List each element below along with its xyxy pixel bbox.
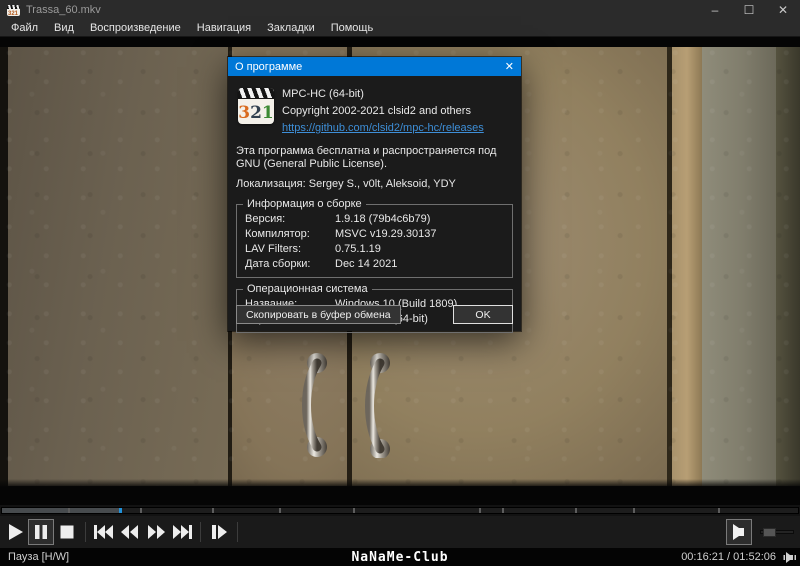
seek-bar[interactable] xyxy=(1,507,799,514)
build-info-group: Информация о сборке Версия: 1.9.18 (79b4… xyxy=(236,198,513,278)
chapter-marker xyxy=(502,508,504,513)
letterbox-bottom xyxy=(0,479,800,505)
chapter-marker xyxy=(140,508,142,513)
volume-slider[interactable] xyxy=(760,528,794,537)
menu-view[interactable]: Вид xyxy=(46,20,82,36)
menu-file[interactable]: Файл xyxy=(3,20,46,36)
chapter-marker xyxy=(479,508,481,513)
window-controls: – ☐ ✕ xyxy=(698,0,800,20)
mpc-hc-logo-icon: 321 xyxy=(238,88,274,124)
status-right: 00:16:21 / 01:52:06 xyxy=(681,551,800,563)
about-dialog: О программе ✕ 321 MPC-HC (64-bit) Copyri… xyxy=(228,57,521,333)
os-group-title: Операционная система xyxy=(247,283,368,295)
pause-button[interactable] xyxy=(28,519,54,545)
build-row-compiler: Компилятор: MSVC v19.29.30137 xyxy=(245,228,437,240)
close-button[interactable]: ✕ xyxy=(766,0,800,20)
mute-button[interactable] xyxy=(726,519,752,545)
window-title: Trassa_60.mkv xyxy=(26,4,101,16)
rewind-button[interactable] xyxy=(117,519,143,545)
license-text: Эта программа бесплатна и распространяет… xyxy=(236,145,497,170)
muted-speaker-icon xyxy=(783,551,796,563)
chapter-marker xyxy=(279,508,281,513)
seek-bar-container xyxy=(0,505,800,516)
skip-forward-button[interactable] xyxy=(169,519,195,545)
mpc-hc-app-icon xyxy=(7,4,20,16)
door-handle-left xyxy=(302,353,327,457)
seek-played-region xyxy=(2,508,119,513)
copy-to-clipboard-button[interactable]: Скопировать в буфер обмена xyxy=(236,305,401,324)
fast-forward-button[interactable] xyxy=(143,519,169,545)
github-releases-link[interactable]: https://github.com/clsid2/mpc-hc/release… xyxy=(282,122,484,134)
mpc-hc-window: Trassa_60.mkv – ☐ ✕ Файл Вид Воспроизвед… xyxy=(0,0,800,566)
chapter-marker xyxy=(575,508,577,513)
build-row-lav: LAV Filters: 0.75.1.19 xyxy=(245,243,381,255)
menu-play[interactable]: Воспроизведение xyxy=(82,20,189,36)
dialog-title: О программе xyxy=(235,60,303,73)
volume-slider-thumb[interactable] xyxy=(763,528,776,537)
ok-button[interactable]: OK xyxy=(453,305,513,324)
chapter-marker xyxy=(633,508,635,513)
build-row-date: Дата сборки: Dec 14 2021 xyxy=(245,258,398,270)
dialog-header: 321 MPC-HC (64-bit) Copyright 2002-2021 … xyxy=(236,86,513,137)
minimize-button[interactable]: – xyxy=(698,0,732,20)
dialog-close-icon[interactable]: ✕ xyxy=(498,60,514,73)
door-handle-right xyxy=(365,353,390,458)
menu-help[interactable]: Помощь xyxy=(323,20,382,36)
letterbox-top xyxy=(0,37,800,47)
skip-back-button[interactable] xyxy=(91,519,117,545)
status-bar: Пауза [H/W] NaNaMe-Club 00:16:21 / 01:52… xyxy=(0,548,800,566)
frame-step-button[interactable] xyxy=(206,519,232,545)
toolbar-separator xyxy=(200,522,201,542)
dialog-body: 321 MPC-HC (64-bit) Copyright 2002-2021 … xyxy=(228,76,521,333)
clapperboard-icon xyxy=(238,88,274,99)
menu-favorites[interactable]: Закладки xyxy=(259,20,323,36)
copyright-line: Copyright 2002-2021 clsid2 and others xyxy=(282,105,471,117)
toolbar-separator xyxy=(85,522,86,542)
maximize-button[interactable]: ☐ xyxy=(732,0,766,20)
seek-position-cursor[interactable] xyxy=(119,508,122,513)
stop-button[interactable] xyxy=(54,519,80,545)
chapter-marker xyxy=(353,508,355,513)
localization-text: Локализация: Sergey S., v0lt, Aleksoid, … xyxy=(236,178,456,190)
time-elapsed-duration: 00:16:21 / 01:52:06 xyxy=(681,551,776,563)
chapter-marker xyxy=(718,508,720,513)
build-info-group-title: Информация о сборке xyxy=(247,198,362,210)
player-toolbar xyxy=(0,516,800,548)
play-button[interactable] xyxy=(2,519,28,545)
app-info: MPC-HC (64-bit) Copyright 2002-2021 clsi… xyxy=(282,86,484,137)
toolbar-separator xyxy=(237,522,238,542)
menu-navigate[interactable]: Навигация xyxy=(189,20,259,36)
menu-bar: Файл Вид Воспроизведение Навигация Закла… xyxy=(0,20,800,37)
dialog-buttons: Скопировать в буфер обмена OK xyxy=(236,305,513,324)
build-row-version: Версия: 1.9.18 (79b4c6b79) xyxy=(245,213,431,225)
chapter-marker xyxy=(212,508,214,513)
watermark-text: NaNaMe-Club xyxy=(351,549,449,565)
app-name: MPC-HC (64-bit) xyxy=(282,88,364,100)
window-titlebar: Trassa_60.mkv – ☐ ✕ xyxy=(0,0,800,20)
chapter-marker xyxy=(68,508,70,513)
dialog-titlebar[interactable]: О программе ✕ xyxy=(228,57,521,76)
